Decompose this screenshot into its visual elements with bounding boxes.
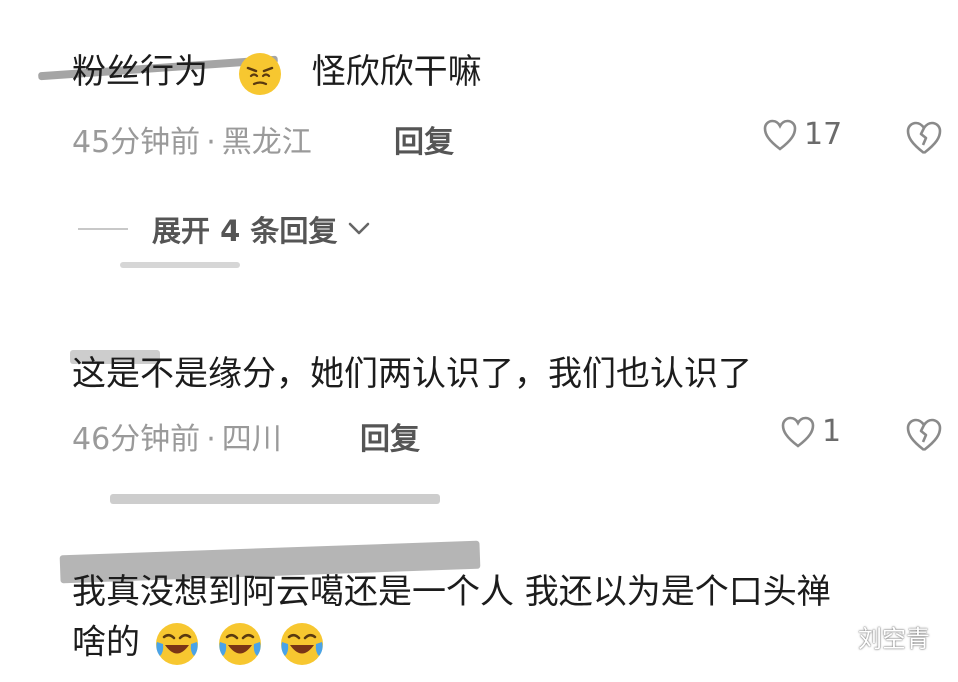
- laughing-crying-face-icon: [155, 623, 198, 665]
- comment-time: 45分钟前: [72, 125, 201, 160]
- reply-button[interactable]: 回复: [360, 414, 420, 458]
- laughing-crying-face-icon: [218, 623, 261, 665]
- comment-text: 粉丝行为 怪欣欣干嘛: [72, 50, 482, 97]
- comment-meta: 45分钟前 · 黑龙江: [72, 117, 312, 161]
- comment-text-line: 我真没想到阿云噶还是一个人 我还以为是个口头禅: [72, 572, 831, 612]
- broken-heart-icon[interactable]: [904, 118, 944, 158]
- comment-location: 四川: [221, 422, 282, 457]
- laughing-crying-face-icon: [281, 623, 324, 665]
- comment-text: 这是不是缘分，她们两认识了，我们也认识了: [72, 354, 752, 394]
- heart-icon: [781, 416, 815, 448]
- like-count: 1: [822, 414, 842, 449]
- divider: [78, 228, 128, 230]
- heart-icon: [763, 119, 797, 151]
- expand-replies-label: 展开 4 条回复: [152, 214, 338, 248]
- meta-separator: ·: [206, 422, 216, 457]
- like-button[interactable]: 17: [762, 117, 842, 152]
- comment-text-line: 啥的: [72, 620, 326, 668]
- like-button[interactable]: 1: [780, 414, 841, 449]
- comment-meta: 46分钟前 · 四川: [72, 414, 282, 458]
- comment-text-part: 粉丝行为: [72, 52, 208, 92]
- redaction-mark: [110, 494, 440, 504]
- comment-text-part: 怪欣欣干嘛: [311, 52, 482, 92]
- comment-time: 46分钟前: [72, 422, 201, 457]
- broken-heart-icon[interactable]: [904, 415, 944, 455]
- watermark: 刘空青: [818, 619, 930, 654]
- chevron-down-icon: [349, 222, 370, 235]
- comment-location: 黑龙江: [221, 125, 312, 160]
- redaction-mark: [120, 262, 240, 268]
- awkward-face-icon: [238, 52, 281, 95]
- like-count: 17: [804, 117, 843, 152]
- comment-text-part: 啥的: [72, 622, 140, 663]
- watermark-label: 刘空青: [858, 625, 930, 653]
- expand-replies-button[interactable]: 展开 4 条回复: [78, 208, 371, 250]
- reply-button[interactable]: 回复: [394, 117, 454, 161]
- meta-separator: ·: [206, 125, 216, 160]
- wechat-icon: [818, 623, 851, 650]
